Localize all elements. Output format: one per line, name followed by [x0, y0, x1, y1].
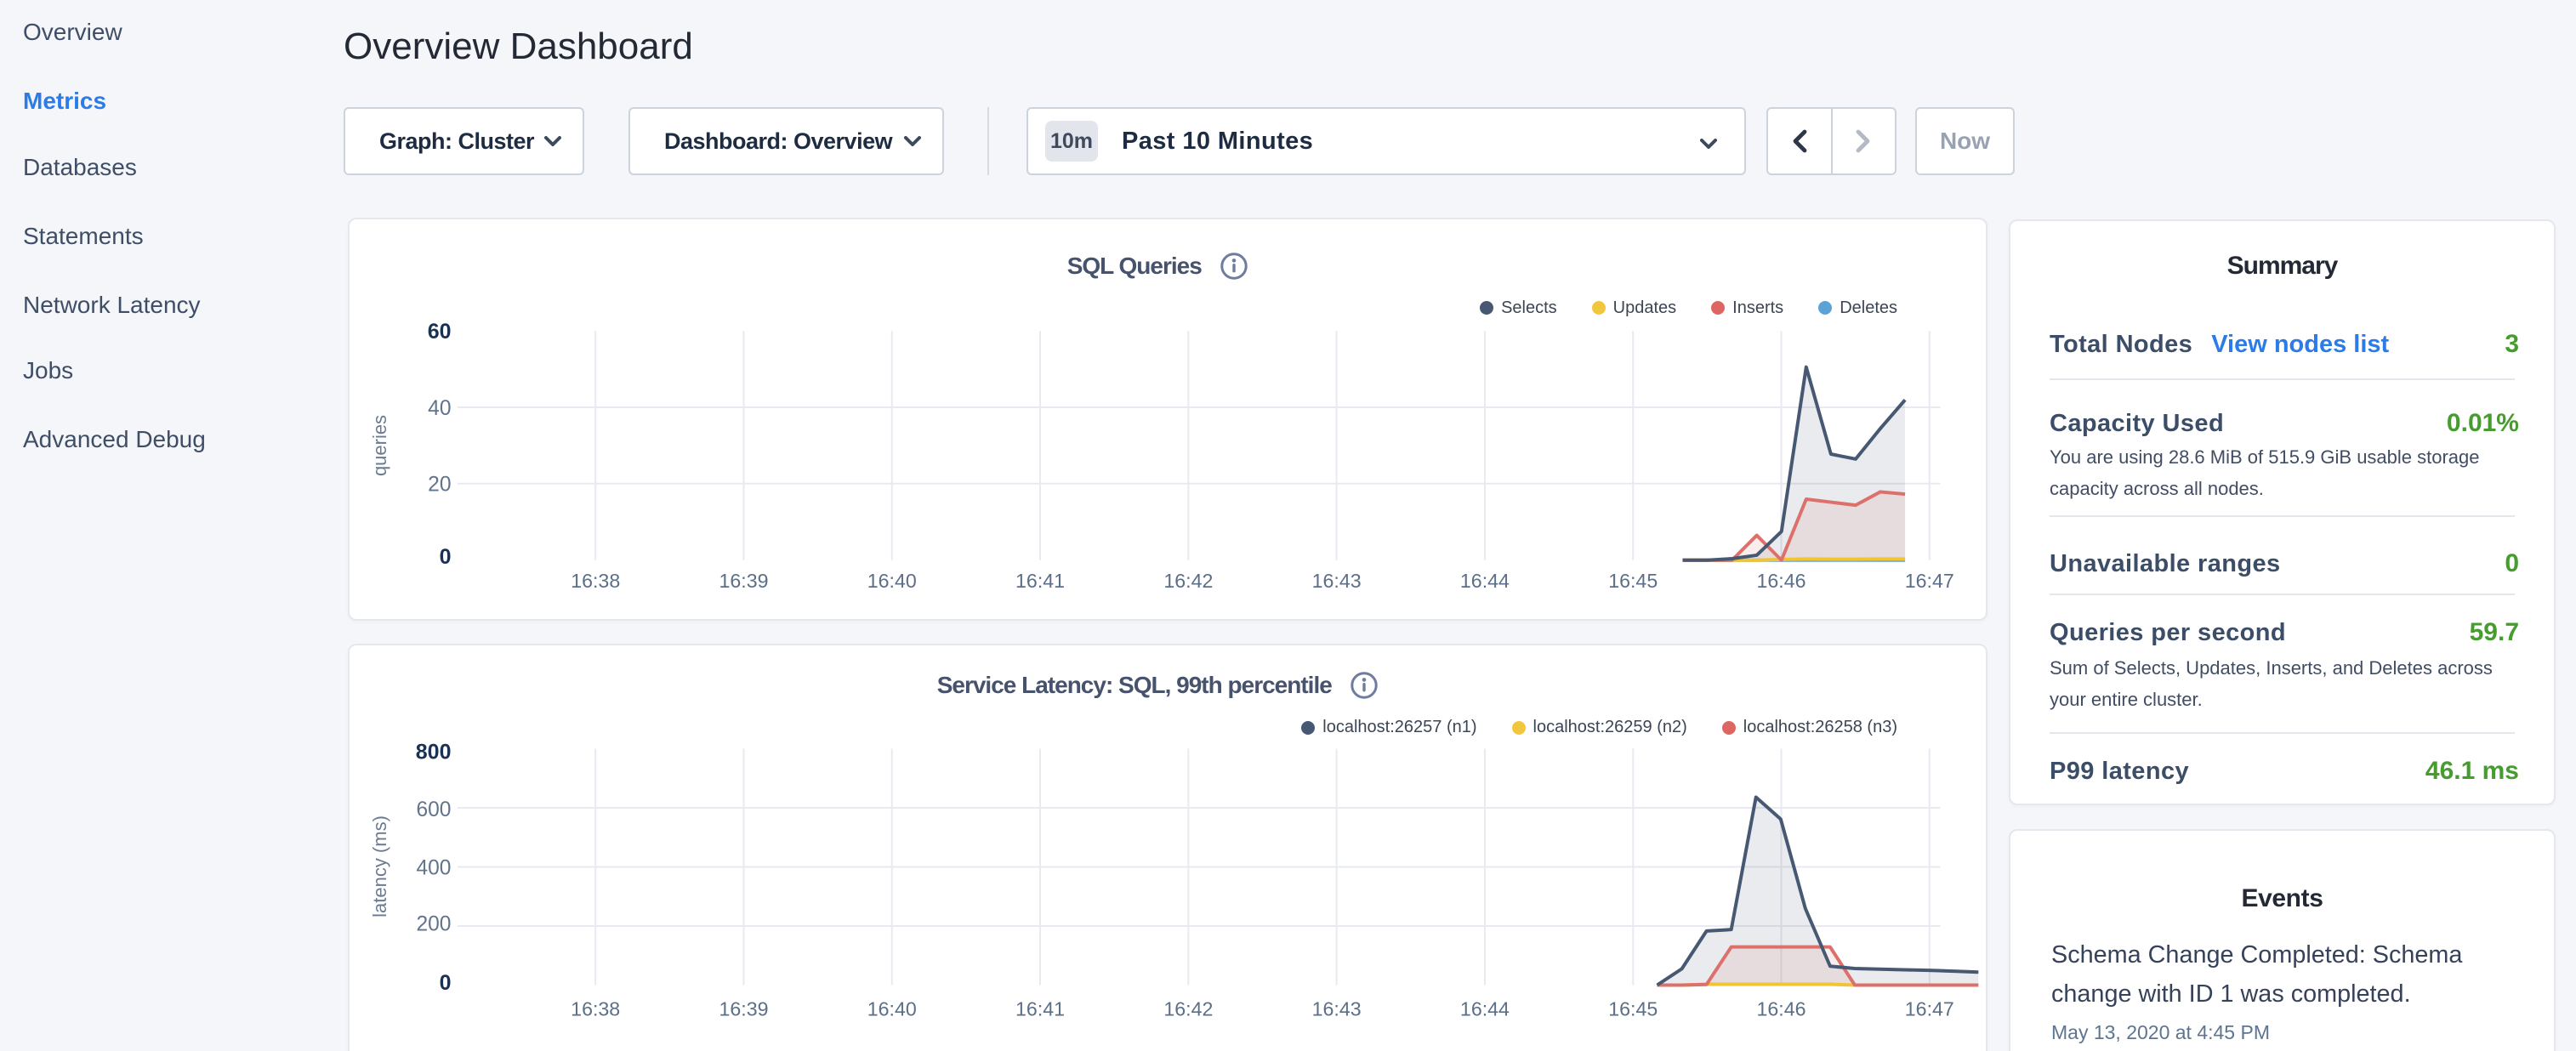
- svg-text:16:46: 16:46: [1756, 570, 1805, 592]
- svg-text:16:44: 16:44: [1459, 570, 1509, 592]
- svg-text:16:45: 16:45: [1608, 998, 1658, 1020]
- svg-text:16:38: 16:38: [571, 570, 620, 592]
- svg-text:0: 0: [439, 971, 451, 995]
- svg-text:600: 600: [416, 798, 451, 821]
- svg-text:16:41: 16:41: [1015, 998, 1065, 1020]
- svg-text:16:39: 16:39: [719, 998, 768, 1020]
- svg-text:60: 60: [427, 320, 451, 344]
- svg-text:queries: queries: [369, 415, 390, 476]
- svg-text:200: 200: [416, 912, 451, 935]
- svg-text:16:39: 16:39: [719, 570, 768, 592]
- svg-text:0: 0: [439, 545, 451, 569]
- svg-text:latency (ms): latency (ms): [369, 815, 390, 917]
- svg-text:16:40: 16:40: [867, 570, 916, 592]
- svg-text:16:40: 16:40: [867, 998, 916, 1020]
- svg-text:16:45: 16:45: [1608, 570, 1658, 592]
- svg-text:16:43: 16:43: [1311, 570, 1361, 592]
- svg-text:16:46: 16:46: [1756, 998, 1805, 1020]
- svg-text:16:47: 16:47: [1904, 998, 1953, 1020]
- svg-text:20: 20: [428, 474, 451, 497]
- svg-text:16:38: 16:38: [571, 998, 620, 1020]
- svg-text:16:41: 16:41: [1015, 570, 1065, 592]
- svg-text:16:44: 16:44: [1459, 998, 1509, 1020]
- svg-text:16:43: 16:43: [1311, 998, 1361, 1020]
- svg-text:800: 800: [415, 740, 451, 764]
- svg-text:16:42: 16:42: [1163, 570, 1213, 592]
- svg-text:40: 40: [428, 397, 451, 420]
- svg-text:16:42: 16:42: [1163, 998, 1213, 1020]
- svg-text:400: 400: [416, 856, 451, 879]
- svg-text:16:47: 16:47: [1904, 570, 1953, 592]
